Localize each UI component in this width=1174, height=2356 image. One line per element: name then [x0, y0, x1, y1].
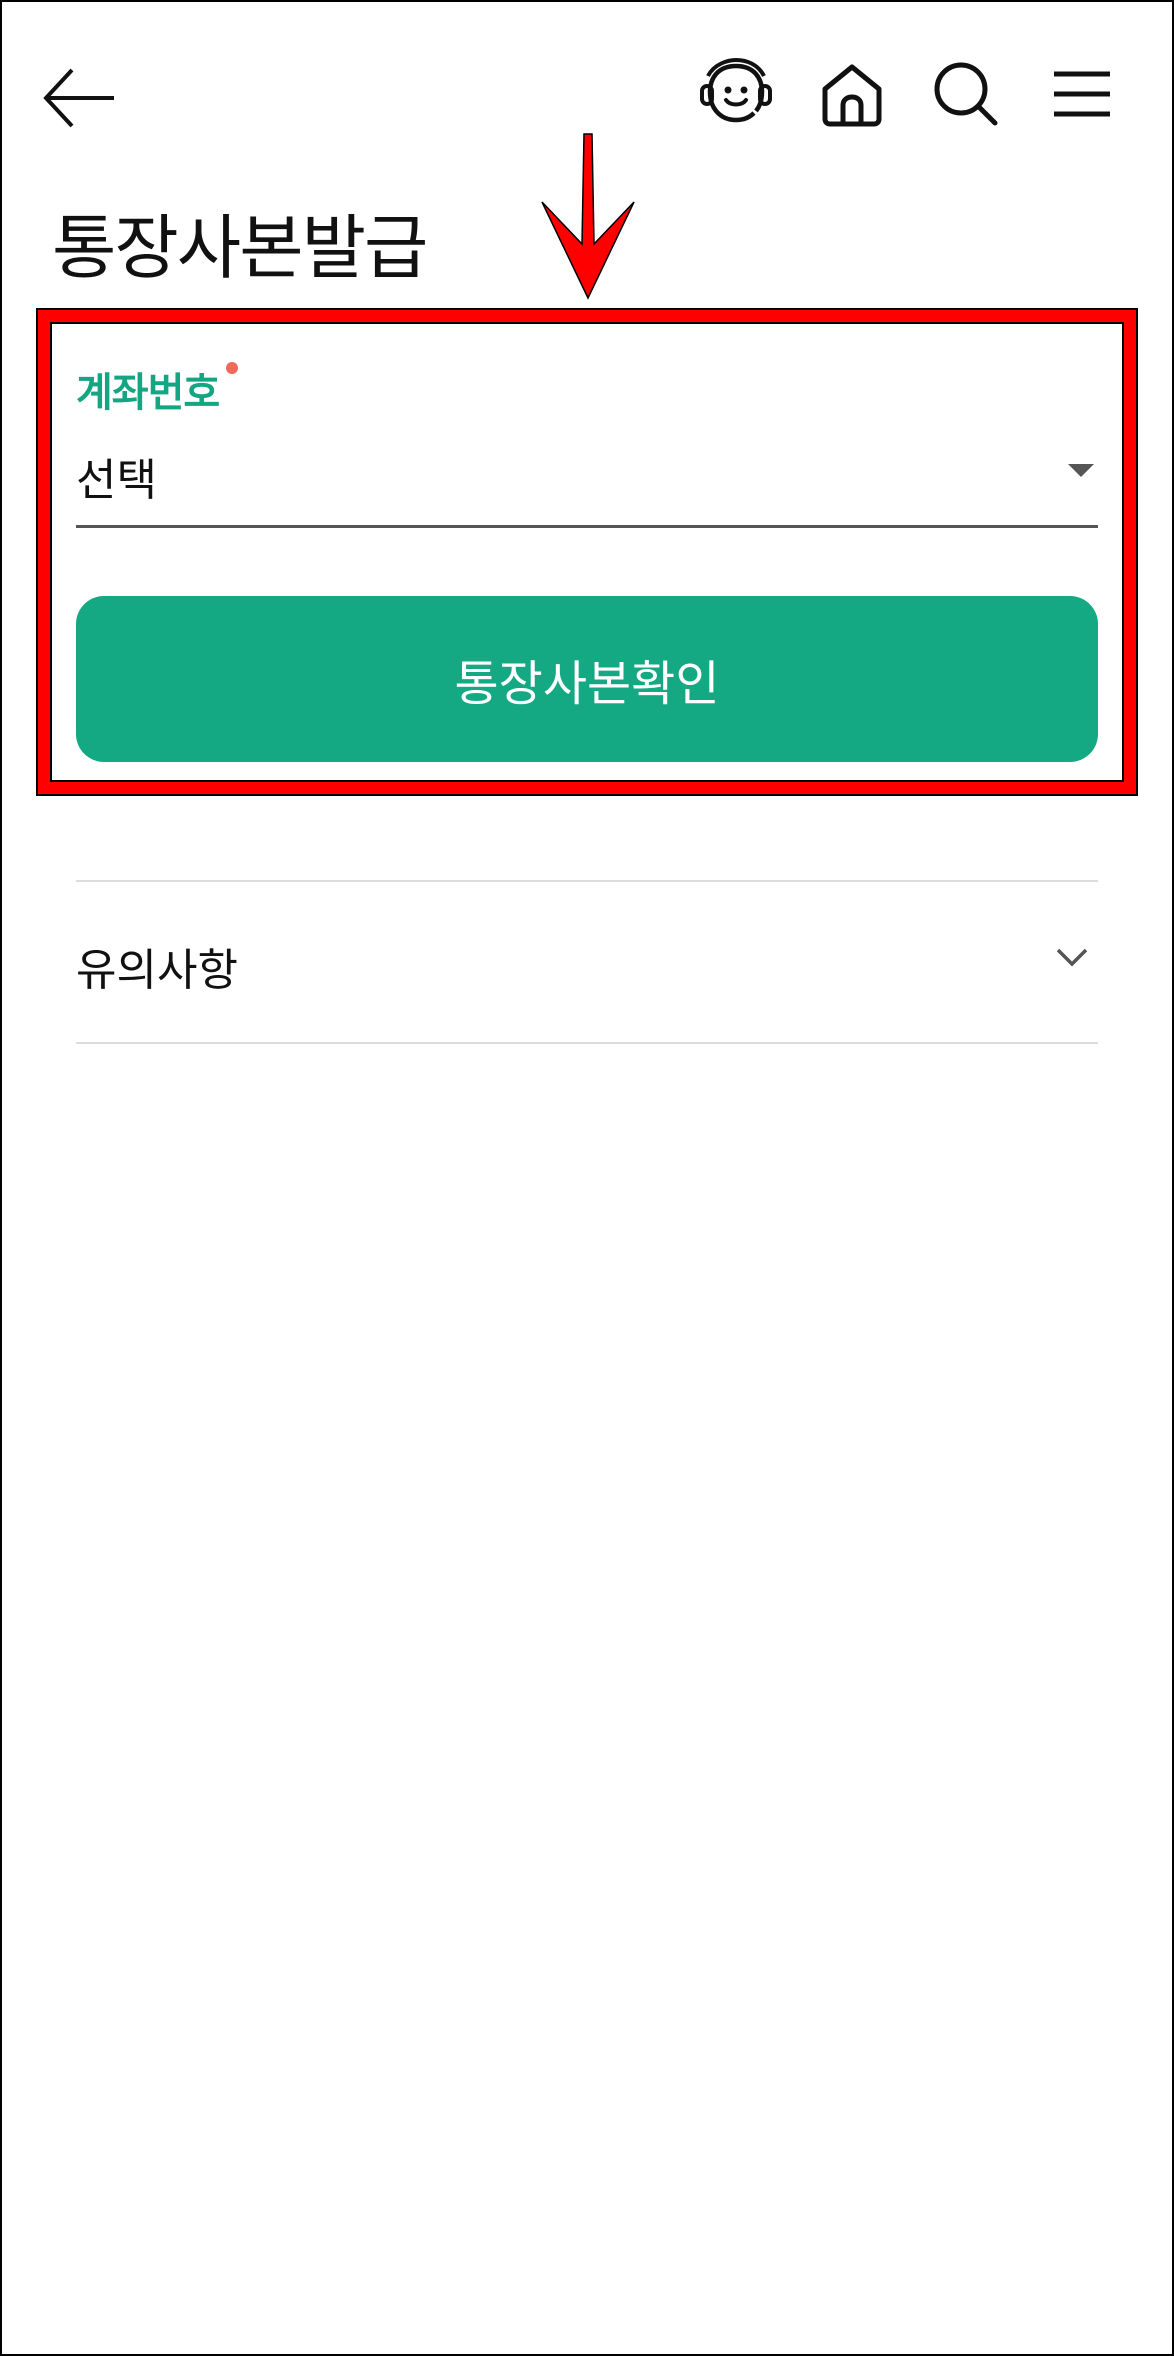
- arrow-left-icon: [43, 68, 114, 128]
- chatbot-button[interactable]: [696, 54, 776, 134]
- search-button[interactable]: [926, 54, 1006, 134]
- hamburger-menu-icon: [1054, 71, 1110, 117]
- chatbot-face-icon: [700, 57, 772, 123]
- home-icon: [822, 64, 882, 127]
- confirm-passbook-copy-button[interactable]: 통장사본확인: [76, 596, 1098, 762]
- chevron-down-icon: [1056, 948, 1088, 967]
- search-icon: [934, 62, 998, 126]
- menu-button[interactable]: [1042, 54, 1122, 134]
- account-number-label: 계좌번호: [76, 370, 220, 416]
- caret-down-icon: [1068, 464, 1094, 477]
- home-button[interactable]: [812, 54, 892, 134]
- account-select-value: 선택: [76, 455, 157, 506]
- notice-title: 유의사항: [76, 945, 238, 996]
- required-indicator: [226, 362, 238, 374]
- annotation-arrow-icon: [541, 133, 635, 300]
- divider-bottom: [76, 1042, 1098, 1044]
- account-number-select[interactable]: 선택: [76, 430, 1098, 528]
- page-title: 통장사본발급: [52, 207, 428, 289]
- divider-top: [76, 880, 1098, 882]
- notice-accordion[interactable]: 유의사항: [76, 884, 1098, 1044]
- back-button[interactable]: [36, 56, 120, 140]
